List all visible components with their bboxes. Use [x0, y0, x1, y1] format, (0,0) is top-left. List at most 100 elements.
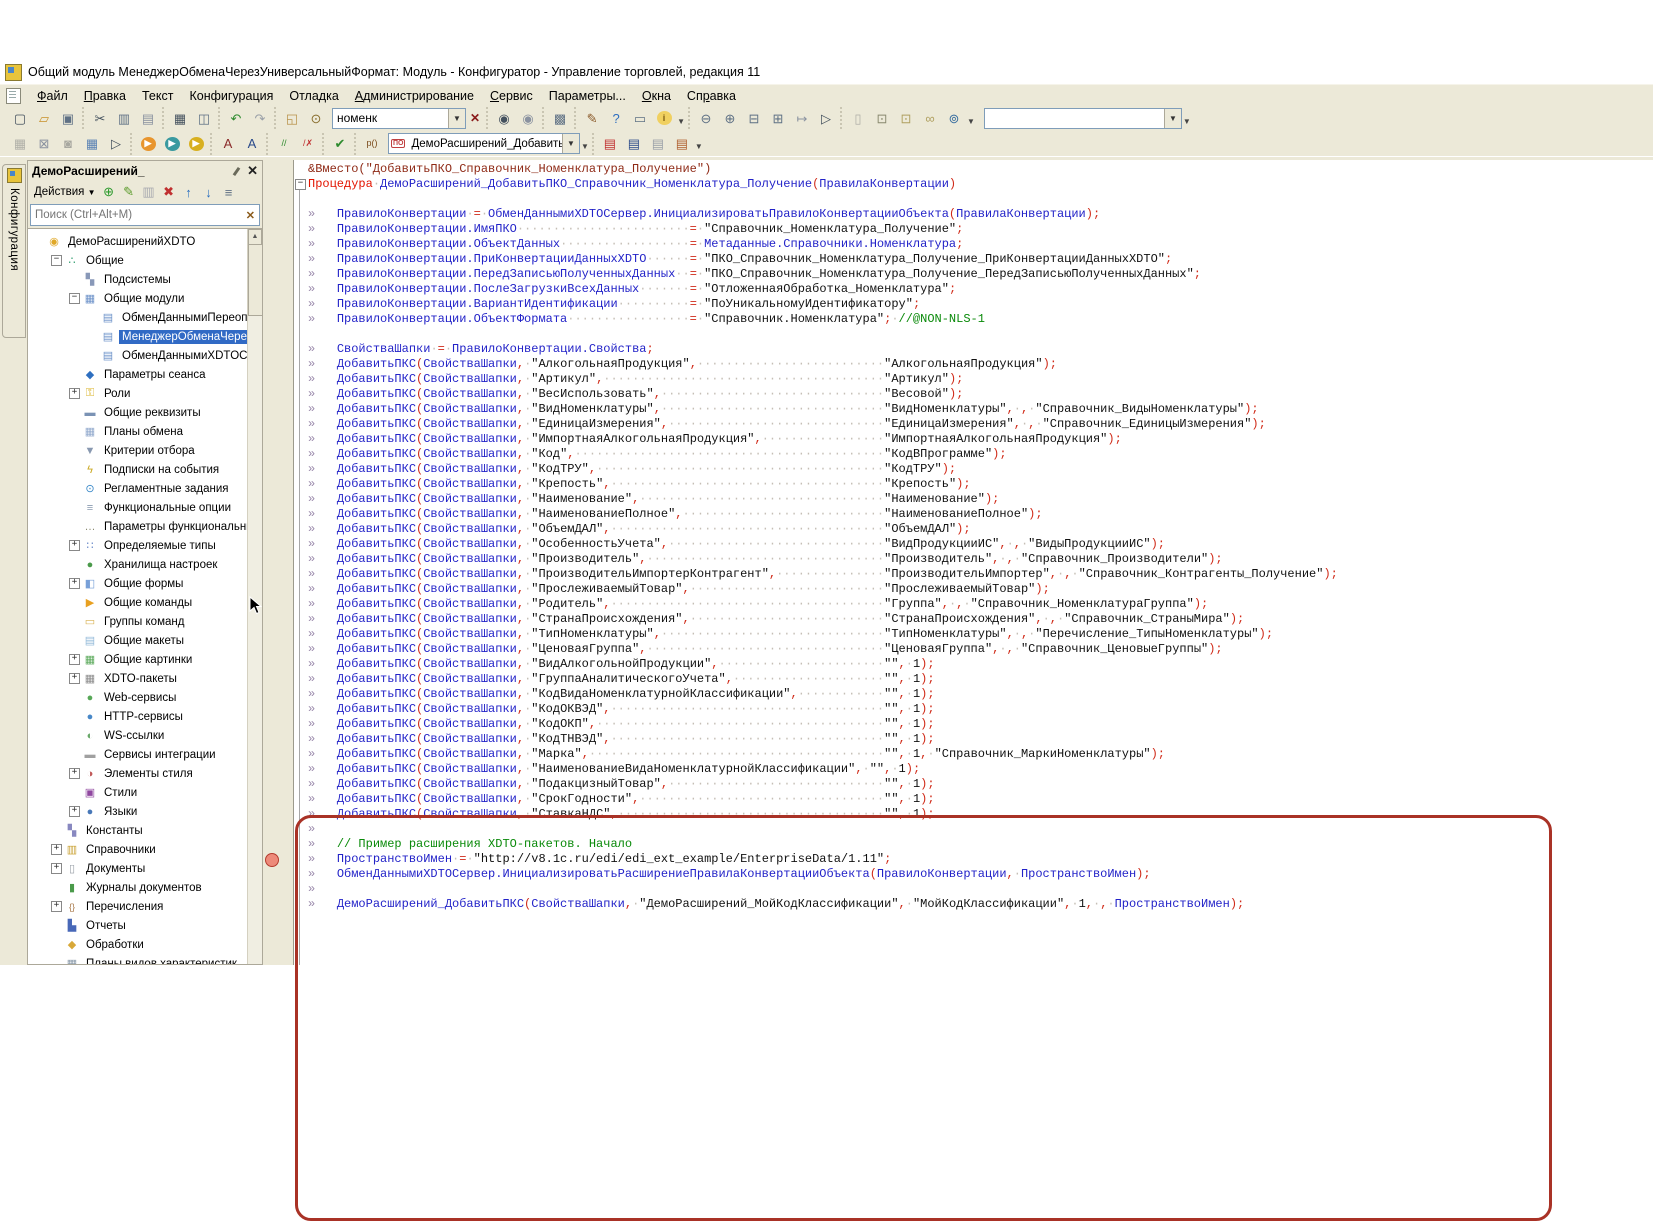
sort-list-button[interactable]: ≡: [219, 183, 239, 201]
run-debug-button[interactable]: ▶: [137, 134, 159, 154]
tree-item[interactable]: ▭Группы команд: [28, 612, 248, 631]
tree-item[interactable]: +▦Общие картинки: [28, 650, 248, 669]
collapse-group-button[interactable]: ⊖: [695, 108, 717, 128]
tree-item[interactable]: +▦XDTO-пакеты: [28, 669, 248, 688]
find-in-files-button[interactable]: ◱: [281, 108, 303, 128]
collapse-all-button[interactable]: ⊟: [743, 108, 765, 128]
tree-item[interactable]: +●Языки: [28, 802, 248, 821]
goto-block-button[interactable]: ↦: [791, 108, 813, 128]
search-combo[interactable]: номенк ▼: [332, 108, 466, 129]
tree-expand-icon[interactable]: +: [50, 843, 63, 856]
menu-item[interactable]: Правка: [76, 87, 134, 105]
tree-item[interactable]: ●HTTP-сервисы: [28, 707, 248, 726]
procedure-combo[interactable]: ПО ДемоРасширений_ДобавитьПК ▼: [388, 133, 580, 154]
bookmark-gray-button[interactable]: ▤: [647, 134, 669, 154]
tree-expand-icon[interactable]: +: [68, 672, 81, 685]
find-previous-button[interactable]: ◉: [517, 108, 539, 128]
code-line[interactable]: » ДобавитьПКС(СвойстваШапки,·"Подакцизны…: [308, 777, 1653, 792]
tree-expand-icon[interactable]: −: [68, 292, 81, 305]
add-group-button[interactable]: ⊞: [767, 108, 789, 128]
tree-item[interactable]: ⊙Регламентные задания: [28, 479, 248, 498]
find-module-b-button[interactable]: A: [241, 134, 263, 154]
code-line[interactable]: » ДобавитьПКС(СвойстваШапки,·"КодТНВЭД",…: [308, 732, 1653, 747]
procedure-combo-value[interactable]: ДемоРасширений_ДобавитьПК: [407, 138, 562, 150]
tree-expand-icon[interactable]: +: [68, 805, 81, 818]
code-line[interactable]: » ДобавитьПКС(СвойстваШапки,·"Производит…: [308, 552, 1653, 567]
menu-item[interactable]: Параметры...: [541, 87, 634, 105]
tree-item[interactable]: ▤ОбменДаннымиПереопредел: [28, 308, 248, 327]
find-module-a-button[interactable]: A: [217, 134, 239, 154]
code-line[interactable]: » ПравилоКонвертации.ОбъектДанных·······…: [308, 237, 1653, 252]
tree-item[interactable]: ▼Критерии отбора: [28, 441, 248, 460]
cut-button[interactable]: ✂: [89, 108, 111, 128]
uncomment-lines-button[interactable]: /✗: [297, 134, 319, 154]
doc-run-button[interactable]: ▷: [105, 134, 127, 154]
tree-expand-icon[interactable]: +: [68, 539, 81, 552]
tree-expand-icon[interactable]: −: [50, 254, 63, 267]
window-capture-button[interactable]: ⊡: [871, 108, 893, 128]
code-line[interactable]: » ДобавитьПКС(СвойстваШапки,·"КодВидаНом…: [308, 687, 1653, 702]
search-clear-icon[interactable]: ✕: [466, 111, 484, 125]
tree-item[interactable]: +{}Перечисления: [28, 897, 248, 916]
breakpoint-marker[interactable]: [265, 853, 279, 867]
tree-item[interactable]: +▯Документы: [28, 859, 248, 878]
tree-item[interactable]: ▤МенеджерОбменаЧерезУнив: [28, 327, 248, 346]
actions-menu-button[interactable]: Действия ▼: [31, 184, 99, 200]
menu-item[interactable]: Сервис: [482, 87, 541, 105]
search-clear-icon[interactable]: ✕: [242, 209, 259, 222]
code-line[interactable]: » ДобавитьПКС(СвойстваШапки,·"ИмпортнаяА…: [308, 432, 1653, 447]
tree-item[interactable]: ●Web-сервисы: [28, 688, 248, 707]
tree-item[interactable]: ▬Общие реквизиты: [28, 403, 248, 422]
copy-button[interactable]: ▥: [113, 108, 135, 128]
tree-item[interactable]: ◆Параметры сеанса: [28, 365, 248, 384]
tree-item[interactable]: ≡Функциональные опции: [28, 498, 248, 517]
code-line[interactable]: » ДобавитьПКС(СвойстваШапки,·"ЦеноваяГру…: [308, 642, 1653, 657]
code-line[interactable]: Процедура·ДемоРасширений_ДобавитьПКО_Спр…: [308, 177, 1653, 192]
code-editor[interactable]: − &Вместо("ДобавитьПКО_Справочник_Номенк…: [263, 160, 1653, 965]
delete-button[interactable]: ✖: [159, 183, 179, 201]
code-line[interactable]: » ДобавитьПКС(СвойстваШапки,·"ВидНоменкл…: [308, 402, 1653, 417]
code-line[interactable]: » ДобавитьПКС(СвойстваШапки,·"Прослежива…: [308, 582, 1653, 597]
find-button[interactable]: ⊙: [305, 108, 327, 128]
scrollbar-thumb[interactable]: [248, 244, 262, 316]
overflow-arrow-icon[interactable]: ▼: [677, 117, 685, 126]
menu-item[interactable]: Администрирование: [347, 87, 482, 105]
tree-item[interactable]: ϟПодписки на события: [28, 460, 248, 479]
tree-item[interactable]: ●Хранилища настроек: [28, 555, 248, 574]
overflow-arrow-icon[interactable]: ▼: [581, 142, 589, 151]
copy-item-button[interactable]: ▥: [139, 183, 159, 201]
open-file-button[interactable]: ▱: [33, 108, 55, 128]
bookmark-help-button[interactable]: ▤: [623, 134, 645, 154]
new-file-button[interactable]: ▢: [9, 108, 31, 128]
code-line[interactable]: » ПравилоКонвертации.ПослеЗагрузкиВсехДа…: [308, 282, 1653, 297]
comment-lines-button[interactable]: //: [273, 134, 295, 154]
copy-block-button[interactable]: ▩: [549, 108, 571, 128]
code-line[interactable]: » ДобавитьПКС(СвойстваШапки,·"ВесИспольз…: [308, 387, 1653, 402]
code-line[interactable]: » ДобавитьПКС(СвойстваШапки,·"Наименован…: [308, 762, 1653, 777]
menu-item[interactable]: Файл: [29, 87, 76, 105]
redo-button[interactable]: ↷: [249, 108, 271, 128]
move-up-button[interactable]: ↑: [179, 183, 199, 201]
tree-expand-icon[interactable]: +: [68, 577, 81, 590]
menu-item[interactable]: Окна: [634, 87, 679, 105]
tree-item[interactable]: …Параметры функциональных опц: [28, 517, 248, 536]
tree-item[interactable]: +▥Справочники: [28, 840, 248, 859]
print-preview-button[interactable]: ◫: [193, 108, 215, 128]
code-line[interactable]: » ДобавитьПКС(СвойстваШапки,·"СтранаПрои…: [308, 612, 1653, 627]
check-syntax-button[interactable]: ✔: [329, 134, 351, 154]
tree-item[interactable]: ◆Обработки: [28, 935, 248, 954]
bookmark-add-button[interactable]: ▤: [599, 134, 621, 154]
tree-expand-icon[interactable]: +: [68, 387, 81, 400]
undo-button[interactable]: ↶: [225, 108, 247, 128]
paper-disabled-button[interactable]: ▯: [847, 108, 869, 128]
tab-configuration-vertical[interactable]: Конфигурация: [2, 164, 26, 338]
add-button[interactable]: ⊕: [99, 183, 119, 201]
editor-gutter[interactable]: [263, 160, 294, 965]
code-line[interactable]: » ПравилоКонвертации.ПриКонвертацииДанны…: [308, 252, 1653, 267]
code-line[interactable]: » ДобавитьПКС(СвойстваШапки,·"Особенност…: [308, 537, 1653, 552]
tree-item[interactable]: −▦Общие модули: [28, 289, 248, 308]
tree-item[interactable]: +∷Определяемые типы: [28, 536, 248, 555]
procedures-functions-button[interactable]: p(): [361, 134, 383, 154]
tree-expand-icon[interactable]: +: [68, 653, 81, 666]
close-icon[interactable]: ✕: [247, 163, 258, 179]
